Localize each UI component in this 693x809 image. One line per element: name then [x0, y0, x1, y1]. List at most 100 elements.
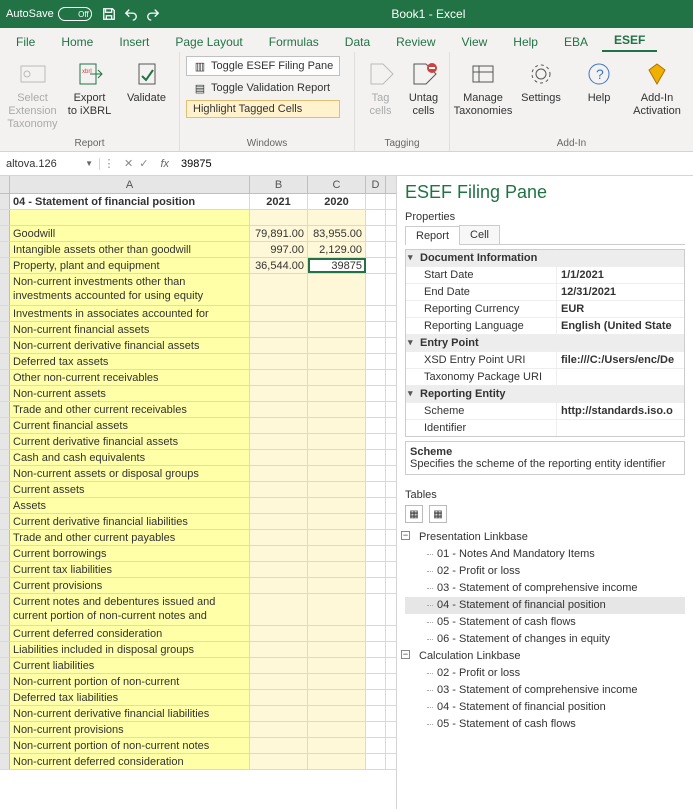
grid-row-label[interactable]: Non-current assets or disposal groups	[10, 466, 250, 481]
grid-cell[interactable]	[308, 322, 366, 337]
export-ixbrl-button[interactable]: xbrl Export to iXBRL	[63, 56, 116, 118]
grid-row-label[interactable]: Current assets	[10, 482, 250, 497]
grid-row-label[interactable]: Current borrowings	[10, 546, 250, 561]
grid-cell[interactable]: 36,544.00	[250, 258, 308, 273]
autosave-toggle[interactable]: AutoSave Off	[6, 7, 92, 21]
grid-header-2021[interactable]: 2021	[250, 194, 308, 209]
grid-cell[interactable]	[308, 706, 366, 721]
highlight-tagged-cells-button[interactable]: Highlight Tagged Cells	[186, 100, 340, 118]
tab-review[interactable]: Review	[384, 32, 447, 52]
grid-row-label[interactable]: Non-current provisions	[10, 722, 250, 737]
grid-cell[interactable]	[308, 274, 366, 305]
grid-cell[interactable]	[308, 642, 366, 657]
grid-cell[interactable]	[308, 754, 366, 769]
tree-item[interactable]: 02 - Profit or loss	[405, 665, 685, 682]
grid-row-label[interactable]: Non-current investments other than inves…	[10, 274, 250, 305]
linkbase-tree[interactable]: −Presentation Linkbase01 - Notes And Man…	[405, 529, 685, 733]
tab-home[interactable]: Home	[49, 32, 105, 52]
addin-activation-button[interactable]: Add-In Activation	[630, 56, 684, 118]
grid-cell[interactable]	[308, 626, 366, 641]
grid-cell[interactable]	[308, 722, 366, 737]
cancel-icon[interactable]: ✕	[124, 157, 133, 170]
grid-row-label[interactable]: Goodwill	[10, 226, 250, 241]
col-a[interactable]: A	[10, 176, 250, 193]
tree-expander[interactable]: −	[401, 650, 410, 659]
grid-row-label[interactable]: Current tax liabilities	[10, 562, 250, 577]
grid-cell[interactable]	[250, 386, 308, 401]
grid-header-title[interactable]: 04 - Statement of financial position	[10, 194, 250, 209]
grid-cell[interactable]	[250, 658, 308, 673]
grid-cell[interactable]	[308, 674, 366, 689]
prop-group[interactable]: Reporting Entity	[406, 386, 556, 402]
grid-cell[interactable]	[250, 418, 308, 433]
grid-cell[interactable]	[250, 306, 308, 321]
grid-cell[interactable]	[250, 274, 308, 305]
grid-row-label[interactable]: Non-current deferred consideration	[10, 754, 250, 769]
grid-cell[interactable]	[250, 674, 308, 689]
settings-button[interactable]: Settings	[514, 56, 568, 105]
col-b[interactable]: B	[250, 176, 308, 193]
tree-branch[interactable]: Presentation Linkbase	[419, 531, 528, 543]
grid-row-label[interactable]: Deferred tax assets	[10, 354, 250, 369]
grid-cell[interactable]	[308, 738, 366, 753]
tab-view[interactable]: View	[450, 32, 500, 52]
prop-value[interactable]: 12/31/2021	[556, 284, 684, 300]
grid-cell[interactable]: 39875	[308, 258, 366, 273]
grid-row-label[interactable]: Intangible assets other than goodwill	[10, 242, 250, 257]
grid-row-label[interactable]: Non-current financial assets	[10, 322, 250, 337]
undo-icon[interactable]	[122, 5, 140, 23]
tab-esef[interactable]: ESEF	[602, 30, 657, 52]
grid-cell[interactable]	[250, 738, 308, 753]
grid-cell[interactable]	[250, 546, 308, 561]
prop-value[interactable]: English (United State	[556, 318, 684, 334]
tree-item[interactable]: 04 - Statement of financial position	[405, 699, 685, 716]
manage-taxonomies-button[interactable]: Manage Taxonomies	[456, 56, 510, 118]
grid-row-label[interactable]: Current notes and debentures issued and …	[10, 594, 250, 625]
tab-help[interactable]: Help	[501, 32, 550, 52]
validate-button[interactable]: Validate	[120, 56, 173, 105]
grid-cell[interactable]	[308, 434, 366, 449]
grid-row-label[interactable]: Assets	[10, 498, 250, 513]
grid-cell[interactable]	[250, 402, 308, 417]
tab-page-layout[interactable]: Page Layout	[163, 32, 254, 52]
grid-cell[interactable]	[250, 594, 308, 625]
prop-group[interactable]: Document Information	[406, 250, 556, 266]
grid-cell[interactable]	[250, 466, 308, 481]
grid-row-label[interactable]: Investments in associates accounted for	[10, 306, 250, 321]
grid-row-label[interactable]: Trade and other current receivables	[10, 402, 250, 417]
prop-group[interactable]: Entry Point	[406, 335, 556, 351]
grid-row-label[interactable]: Current provisions	[10, 578, 250, 593]
grid-row-label[interactable]: Other non-current receivables	[10, 370, 250, 385]
grid-cell[interactable]: 83,955.00	[308, 226, 366, 241]
prop-value[interactable]	[556, 420, 684, 436]
grid-row-label[interactable]: Deferred tax liabilities	[10, 690, 250, 705]
tree-item[interactable]: 01 - Notes And Mandatory Items	[405, 546, 685, 563]
spreadsheet-grid[interactable]: A B C D 04 - Statement of financial posi…	[0, 176, 397, 809]
tree-item[interactable]: 05 - Statement of cash flows	[405, 614, 685, 631]
table-view-2-icon[interactable]: ▦	[429, 505, 447, 523]
grid-cell[interactable]	[250, 498, 308, 513]
tree-item[interactable]: 03 - Statement of comprehensive income	[405, 580, 685, 597]
grid-cell[interactable]	[308, 530, 366, 545]
grid-cell[interactable]	[308, 466, 366, 481]
col-c[interactable]: C	[308, 176, 366, 193]
grid-cell[interactable]	[308, 354, 366, 369]
grid-cell[interactable]	[250, 642, 308, 657]
grid-cell[interactable]	[308, 514, 366, 529]
name-box[interactable]: altova.126 ▼	[0, 158, 100, 170]
grid-cell[interactable]	[250, 354, 308, 369]
grid-cell[interactable]	[250, 338, 308, 353]
toggle-validation-report-button[interactable]: ▤ Toggle Validation Report	[186, 78, 340, 98]
grid-cell[interactable]	[308, 418, 366, 433]
grid-row-label[interactable]: Cash and cash equivalents	[10, 450, 250, 465]
grid-row-label[interactable]: Non-current assets	[10, 386, 250, 401]
grid-cell[interactable]	[250, 690, 308, 705]
redo-icon[interactable]	[144, 5, 162, 23]
grid-cell[interactable]	[250, 706, 308, 721]
grid-cell[interactable]	[308, 658, 366, 673]
chevron-down-icon[interactable]: ▼	[85, 159, 93, 168]
untag-cells-button[interactable]: Untag cells	[404, 56, 443, 118]
help-button[interactable]: ? Help	[572, 56, 626, 105]
prop-value[interactable]	[556, 369, 684, 385]
grid-cell[interactable]	[308, 306, 366, 321]
